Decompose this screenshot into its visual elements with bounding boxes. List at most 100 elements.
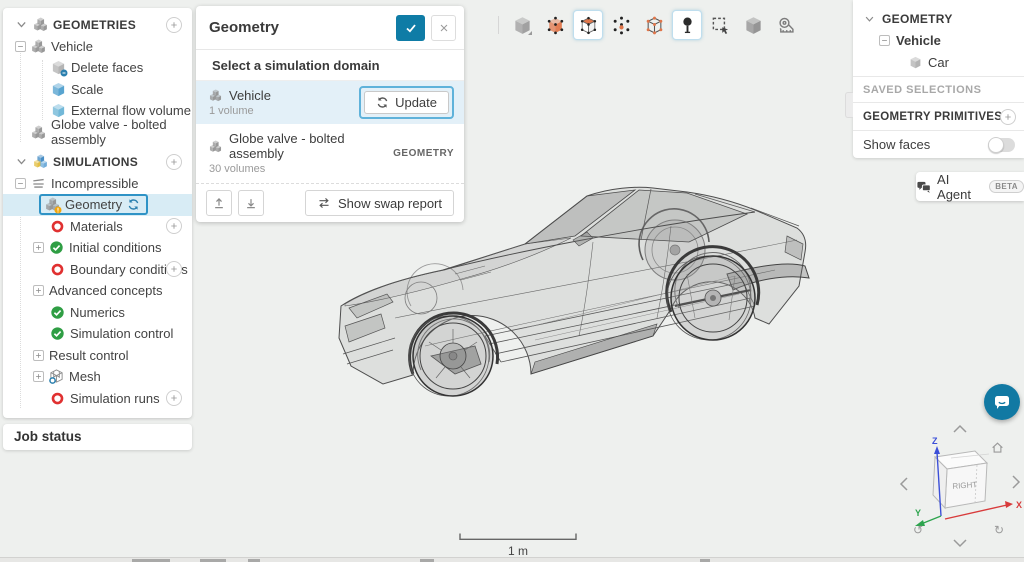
- expand-expander[interactable]: [33, 285, 44, 296]
- tree-item-label: Vehicle: [51, 39, 93, 54]
- tree-item-numerics[interactable]: Numerics: [3, 302, 192, 324]
- scene-item-vehicle[interactable]: Vehicle: [853, 28, 1024, 52]
- expand-expander[interactable]: [33, 371, 44, 382]
- geometry-selection-box[interactable]: Geometry: [39, 194, 148, 215]
- tree-item-materials[interactable]: Materials: [3, 216, 192, 238]
- plus-icon: [170, 394, 178, 402]
- domain-type-tag: GEOMETRY: [393, 148, 454, 159]
- geometry-cluster-icon: [31, 39, 46, 54]
- probe-point-button[interactable]: [672, 10, 702, 40]
- add-primitive-button[interactable]: [1000, 109, 1016, 125]
- selection-mode-cube-button[interactable]: [507, 10, 537, 40]
- domain-name: Globe valve - bolted assembly: [229, 131, 393, 161]
- tree-item-label: External flow volume: [71, 103, 191, 118]
- scene-item-car[interactable]: Car: [853, 52, 1024, 76]
- close-icon: [438, 22, 450, 34]
- rotate-left-chevron[interactable]: [901, 478, 907, 490]
- select-faces-button[interactable]: [573, 10, 603, 40]
- expand-expander[interactable]: [33, 242, 44, 253]
- update-button[interactable]: Update: [364, 91, 449, 114]
- support-chat-button[interactable]: [984, 384, 1020, 420]
- toggle-knob: [988, 137, 1004, 153]
- import-geometry-button[interactable]: [238, 190, 264, 216]
- add-geometry-button[interactable]: [166, 17, 182, 33]
- roll-cw-icon[interactable]: ↻: [994, 523, 1004, 537]
- select-volumes-button[interactable]: [540, 10, 570, 40]
- collapse-expander[interactable]: [15, 178, 26, 189]
- tree-item-delete-faces[interactable]: Delete faces: [3, 57, 192, 79]
- download-icon: [244, 196, 258, 210]
- job-status-label: Job status: [14, 429, 82, 444]
- domain-row-globe-valve[interactable]: Globe valve - bolted assembly 30 volumes…: [196, 124, 464, 183]
- minus-icon: [881, 37, 888, 44]
- box-select-icon: [711, 16, 730, 35]
- incomplete-status-icon: [50, 262, 65, 277]
- add-simulation-run-button[interactable]: [166, 390, 182, 406]
- orientation-gizmo[interactable]: RIGHT Z Y X ↺ ↻: [893, 424, 1024, 552]
- rotate-down-chevron[interactable]: [954, 540, 966, 546]
- viewport-car-wireframe-model[interactable]: [335, 178, 815, 413]
- tree-item-label: Advanced concepts: [49, 283, 162, 298]
- swap-arrows-icon: [317, 196, 331, 210]
- scene-geometry-label: GEOMETRY: [882, 12, 953, 26]
- tree-item-globe-valve[interactable]: Globe valve - bolted assembly: [3, 122, 192, 144]
- tree-item-scale[interactable]: Scale: [3, 79, 192, 101]
- select-vertices-button[interactable]: [606, 10, 636, 40]
- incomplete-status-icon: [50, 219, 65, 234]
- show-faces-toggle[interactable]: [988, 138, 1015, 152]
- export-geometry-button[interactable]: [206, 190, 232, 216]
- complete-status-icon: [49, 240, 64, 255]
- flow-volume-icon: [51, 103, 66, 118]
- refresh-icon[interactable]: [127, 198, 140, 211]
- z-axis-label: Z: [932, 436, 938, 446]
- tree-item-result-control[interactable]: Result control: [3, 345, 192, 367]
- add-material-button[interactable]: [166, 218, 182, 234]
- geometry-primitives-section[interactable]: GEOMETRY PRIMITIVES: [853, 103, 1024, 130]
- scene-item-label: Car: [928, 55, 949, 70]
- measure-tool-button[interactable]: [771, 10, 801, 40]
- rotate-up-chevron[interactable]: [954, 426, 966, 432]
- collapse-expander[interactable]: [15, 41, 26, 52]
- roll-ccw-icon[interactable]: ↺: [913, 523, 923, 537]
- tree-item-geometry-selected[interactable]: Geometry: [3, 194, 192, 216]
- box-select-button[interactable]: [705, 10, 735, 40]
- apply-button[interactable]: [396, 15, 425, 41]
- scene-geometry-header[interactable]: GEOMETRY: [853, 0, 1024, 28]
- rotate-right-chevron[interactable]: [1013, 476, 1019, 488]
- tree-item-label: Simulation runs: [70, 391, 160, 406]
- tree-item-boundary-conditions[interactable]: Boundary conditions: [3, 259, 192, 281]
- tree-item-initial-conditions[interactable]: Initial conditions: [3, 237, 192, 259]
- delete-faces-icon: [51, 60, 66, 75]
- chat-bubble-icon: [992, 392, 1012, 412]
- domain-info: Vehicle 1 volume: [209, 88, 359, 117]
- tree-item-label: Delete faces: [71, 60, 143, 75]
- job-status-bar[interactable]: Job status: [3, 424, 192, 450]
- select-edges-button[interactable]: [639, 10, 669, 40]
- tree-item-incompressible[interactable]: Incompressible: [3, 173, 192, 195]
- add-simulation-button[interactable]: [166, 154, 182, 170]
- geometry-cluster-icon: [31, 125, 46, 140]
- cube-face-label[interactable]: RIGHT: [952, 480, 978, 491]
- tree-item-vehicle[interactable]: Vehicle: [3, 36, 192, 58]
- saved-selections-section[interactable]: SAVED SELECTIONS: [853, 77, 1024, 102]
- tree-item-simulation-control[interactable]: Simulation control: [3, 323, 192, 345]
- toolbar-separator: [498, 16, 499, 34]
- tree-item-label: Initial conditions: [69, 240, 162, 255]
- hide-show-geometry-button[interactable]: [738, 10, 768, 40]
- tree-header-geometries[interactable]: GEOMETRIES: [3, 14, 192, 36]
- tree-item-label: Simulation control: [70, 326, 173, 341]
- tree-item-label: Result control: [49, 348, 128, 363]
- select-vertices-icon: [612, 16, 631, 35]
- navigation-cube[interactable]: RIGHT: [933, 451, 989, 508]
- domain-row-vehicle[interactable]: Vehicle 1 volume Update: [196, 81, 464, 124]
- tree-header-simulations[interactable]: SIMULATIONS: [3, 151, 192, 173]
- home-view-icon[interactable]: [993, 443, 1003, 452]
- collapse-expander[interactable]: [879, 35, 890, 46]
- tree-item-advanced-concepts[interactable]: Advanced concepts: [3, 280, 192, 302]
- expand-expander[interactable]: [33, 350, 44, 361]
- tree-item-simulation-runs[interactable]: Simulation runs: [3, 388, 192, 410]
- tree-item-mesh[interactable]: Mesh: [3, 366, 192, 388]
- panel-collapse-handle[interactable]: [845, 92, 853, 118]
- ai-agent-button[interactable]: AI Agent BETA: [916, 172, 1024, 201]
- close-panel-button[interactable]: [431, 15, 456, 41]
